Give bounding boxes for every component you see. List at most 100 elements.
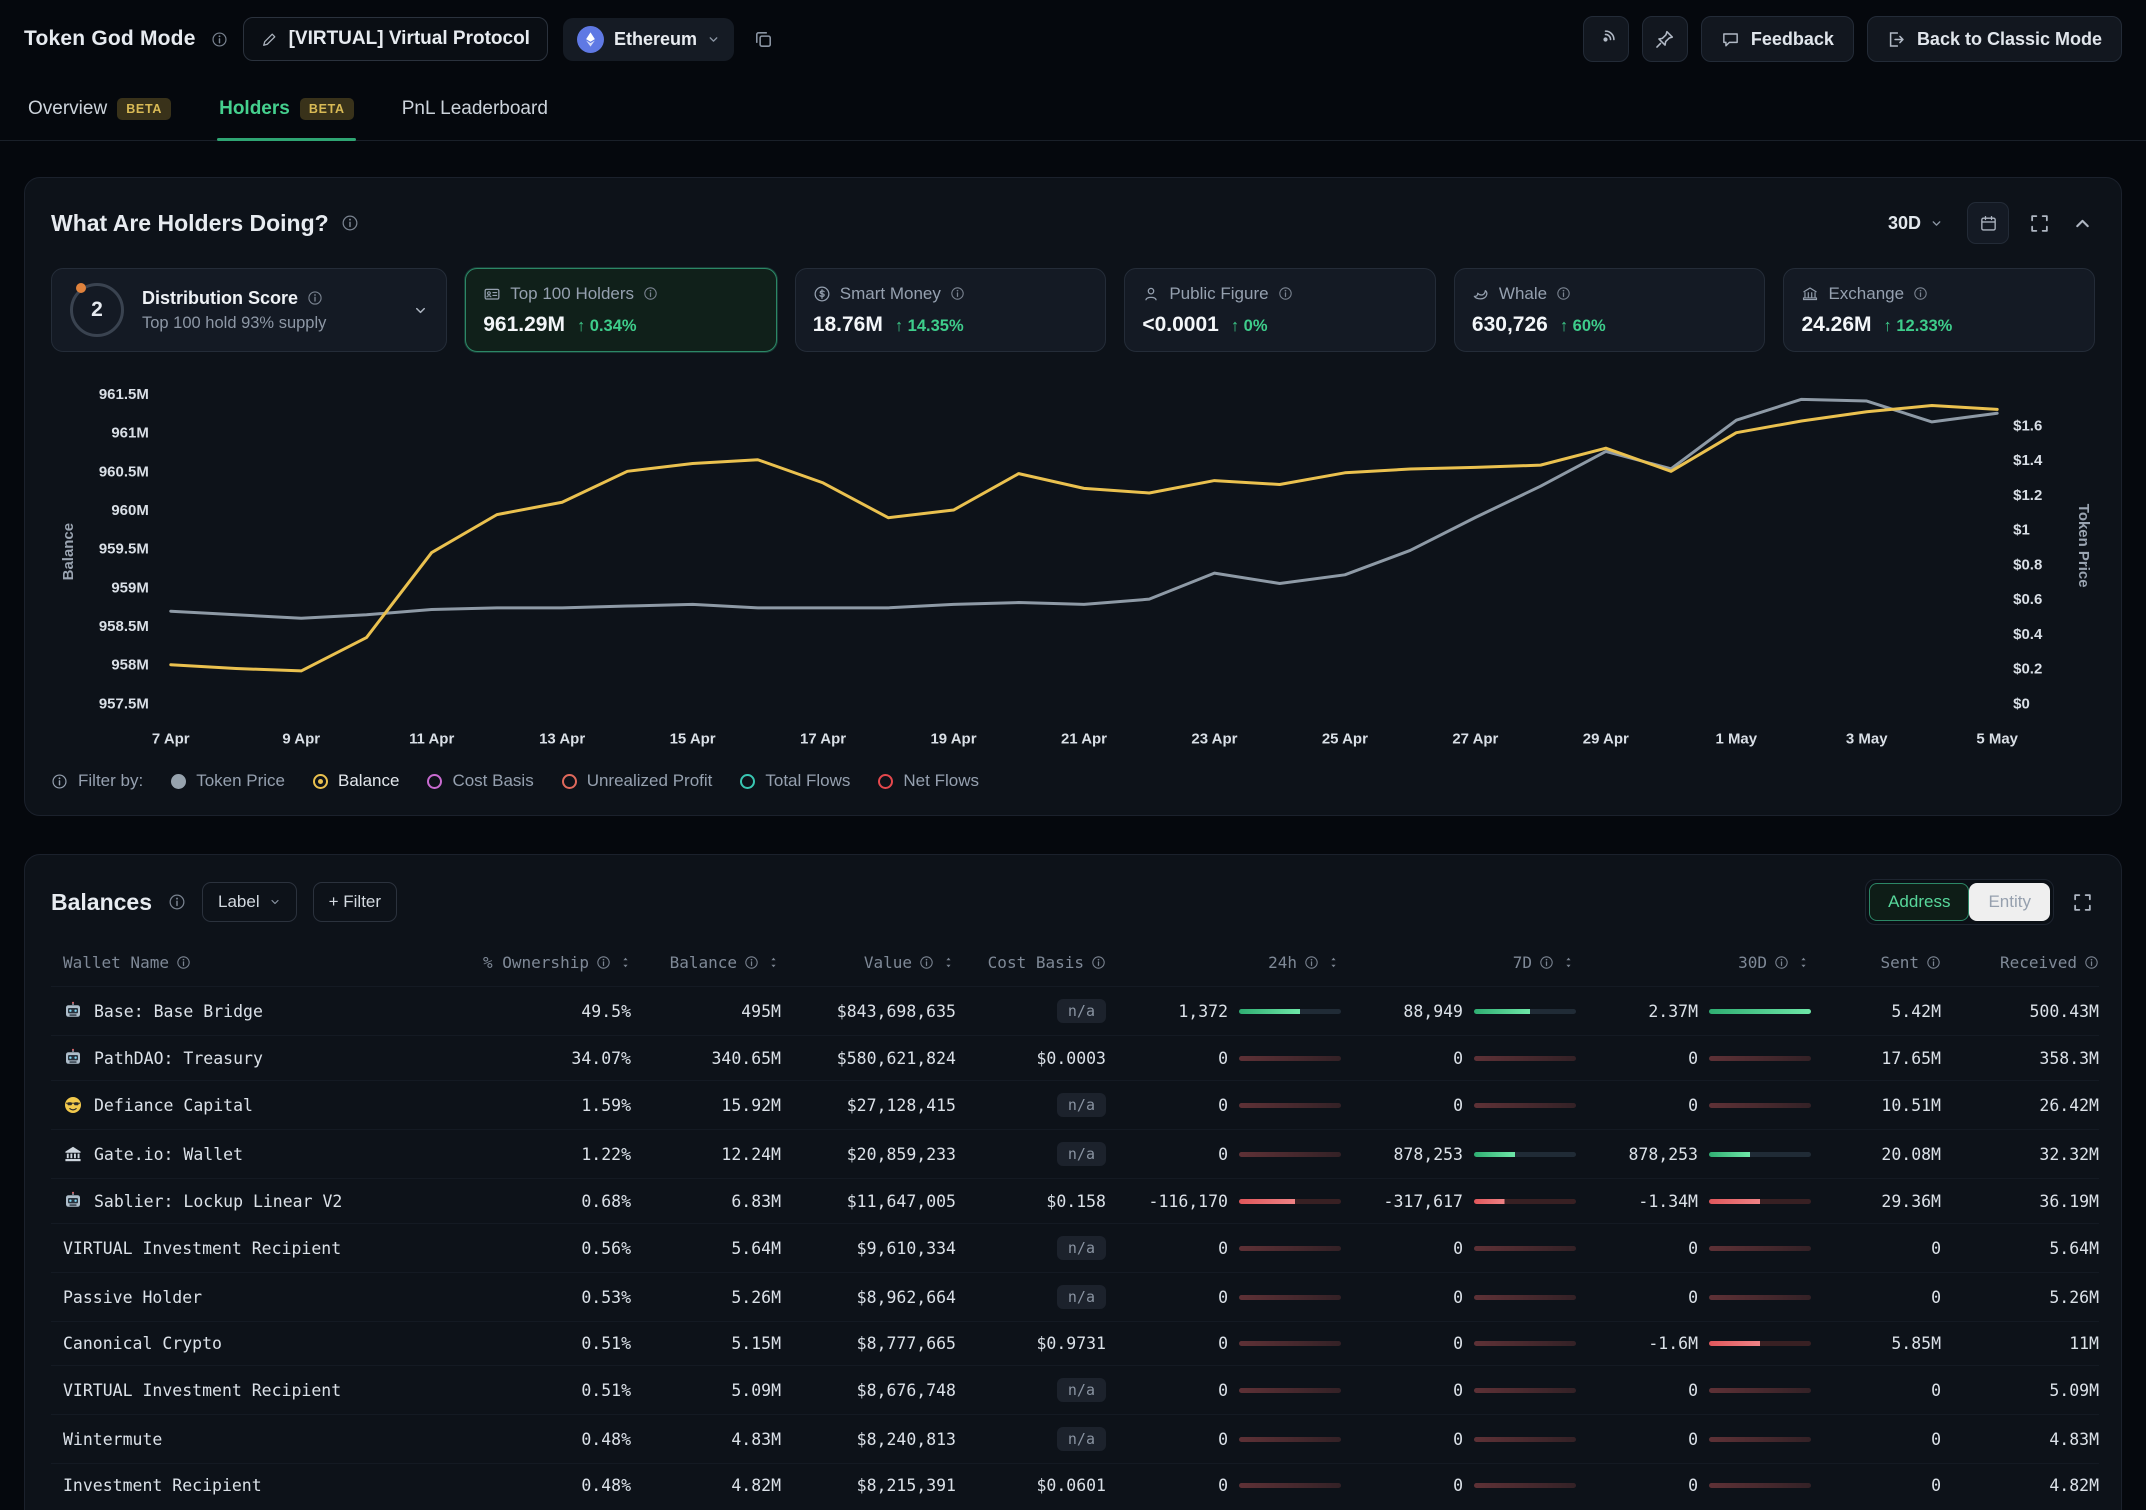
info-icon[interactable] xyxy=(211,31,228,48)
flow-30d-cell: 878,253 xyxy=(1576,1130,1811,1179)
column-balance[interactable]: Balance xyxy=(631,939,781,987)
table-row[interactable]: PathDAO: Treasury34.07%340.65M$580,621,8… xyxy=(51,1036,2099,1081)
info-icon[interactable] xyxy=(176,955,191,970)
info-icon[interactable] xyxy=(744,955,759,970)
page-title: Token God Mode xyxy=(24,27,196,51)
ethereum-icon xyxy=(577,26,604,53)
table-row[interactable]: Investment Recipient0.48%4.82M$8,215,391… xyxy=(51,1464,2099,1508)
stat-card-public-figure[interactable]: Public Figure<0.0001↑ 0% xyxy=(1124,268,1436,352)
tab-pnl-leaderboard[interactable]: PnL Leaderboard xyxy=(400,78,550,140)
flow-7d-cell: -317,617 xyxy=(1341,1179,1576,1224)
column-7d[interactable]: 7D xyxy=(1341,939,1576,987)
table-row[interactable]: Canonical Crypto0.51%5.15M$8,777,665$0.9… xyxy=(51,1322,2099,1366)
flow-value: 0 xyxy=(1688,1288,1698,1307)
column-received[interactable]: Received xyxy=(1941,939,2099,987)
column-label: Value xyxy=(864,953,912,972)
info-icon[interactable] xyxy=(1304,955,1319,970)
filter-unrealized-profit[interactable]: Unrealized Profit xyxy=(562,771,713,791)
info-icon[interactable] xyxy=(341,214,359,232)
svg-text:19 Apr: 19 Apr xyxy=(930,730,976,747)
chain-selector[interactable]: Ethereum xyxy=(563,18,734,61)
svg-text:17 Apr: 17 Apr xyxy=(800,730,846,747)
flow-24h-cell: 0 xyxy=(1106,1081,1341,1130)
filter-net-flows[interactable]: Net Flows xyxy=(878,771,979,791)
flow-value: 0 xyxy=(1688,1381,1698,1400)
bank-icon xyxy=(1801,285,1819,303)
info-icon[interactable] xyxy=(950,286,965,301)
svg-text:$0: $0 xyxy=(2013,695,2030,712)
value-cell: $843,698,635 xyxy=(781,987,956,1036)
flow-value: 0 xyxy=(1218,1049,1228,1068)
fullscreen-button[interactable] xyxy=(2070,890,2095,915)
column-cost-basis[interactable]: Cost Basis xyxy=(956,939,1106,987)
svg-text:$0.8: $0.8 xyxy=(2013,556,2042,573)
column-sent[interactable]: Sent xyxy=(1811,939,1941,987)
sent-cell: 0 xyxy=(1811,1415,1941,1464)
stat-card-top-100-holders[interactable]: Top 100 Holders961.29M↑ 0.34% xyxy=(465,268,777,352)
info-icon[interactable] xyxy=(1091,955,1106,970)
filter-token-price[interactable]: Token Price xyxy=(171,771,285,791)
table-row[interactable]: VIRTUAL Investment Recipient0.51%5.09M$8… xyxy=(51,1366,2099,1415)
table-row[interactable]: Wintermute0.48%4.83M$8,240,813n/a00004.8… xyxy=(51,1415,2099,1464)
fullscreen-button[interactable] xyxy=(2027,211,2052,236)
value-cell: $8,962,664 xyxy=(781,1273,956,1322)
tab-label: Overview xyxy=(28,98,107,120)
ownership-cell: 0.68% xyxy=(471,1179,631,1224)
column-24h[interactable]: 24h xyxy=(1106,939,1341,987)
pin-button[interactable] xyxy=(1642,16,1688,62)
toggle-entity[interactable]: Entity xyxy=(1969,883,2050,921)
info-icon[interactable] xyxy=(1539,955,1554,970)
radar-button[interactable] xyxy=(1583,16,1629,62)
table-row[interactable]: Base: Base Bridge49.5%495M$843,698,635n/… xyxy=(51,987,2099,1036)
toggle-address[interactable]: Address xyxy=(1869,883,1969,921)
stat-card-exchange[interactable]: Exchange24.26M↑ 12.33% xyxy=(1783,268,2095,352)
flow-value: 0 xyxy=(1218,1476,1228,1495)
table-row[interactable]: Sablier: Lockup Linear V20.68%6.83M$11,6… xyxy=(51,1179,2099,1224)
stat-card-smart-money[interactable]: Smart Money18.76M↑ 14.35% xyxy=(795,268,1107,352)
balance-cell: 5.09M xyxy=(631,1366,781,1415)
range-select[interactable]: 30D xyxy=(1882,212,1949,235)
na-badge: n/a xyxy=(1057,1236,1106,1260)
stat-card-whale[interactable]: Whale630,726↑ 60% xyxy=(1454,268,1766,352)
back-to-classic-button[interactable]: Back to Classic Mode xyxy=(1867,16,2122,62)
info-icon[interactable] xyxy=(1278,286,1293,301)
flow-value: 0 xyxy=(1688,1049,1698,1068)
info-icon[interactable] xyxy=(919,955,934,970)
calendar-button[interactable] xyxy=(1967,202,2009,244)
table-row[interactable]: VIRTUAL Investment Recipient0.56%5.64M$9… xyxy=(51,1224,2099,1273)
filter-total-flows[interactable]: Total Flows xyxy=(740,771,850,791)
info-icon[interactable] xyxy=(1913,286,1928,301)
flow-30d-cell: 0 xyxy=(1576,1273,1811,1322)
tab-overview[interactable]: OverviewBETA xyxy=(26,78,173,140)
info-icon[interactable] xyxy=(596,955,611,970)
flow-value: 0 xyxy=(1218,1430,1228,1449)
info-icon[interactable] xyxy=(1774,955,1789,970)
feedback-button[interactable]: Feedback xyxy=(1701,16,1854,62)
collapse-button[interactable] xyxy=(2070,211,2095,236)
info-icon[interactable] xyxy=(307,290,323,306)
column-30d[interactable]: 30D xyxy=(1576,939,1811,987)
column-wallet-name[interactable]: Wallet Name xyxy=(51,939,471,987)
info-icon[interactable] xyxy=(2084,955,2099,970)
svg-text:5 May: 5 May xyxy=(1976,730,2018,747)
token-selector[interactable]: [VIRTUAL] Virtual Protocol xyxy=(243,17,548,61)
label-dropdown[interactable]: Label xyxy=(202,882,297,922)
column-ownership[interactable]: % Ownership xyxy=(471,939,631,987)
info-icon[interactable] xyxy=(643,286,658,301)
table-row[interactable]: Passive Holder0.53%5.26M$8,962,664n/a000… xyxy=(51,1273,2099,1322)
copy-icon[interactable] xyxy=(749,25,778,54)
filter-cost-basis[interactable]: Cost Basis xyxy=(427,771,533,791)
table-row[interactable]: Defiance Capital1.59%15.92M$27,128,415n/… xyxy=(51,1081,2099,1130)
distribution-score-card[interactable]: 2 Distribution Score Top 100 hold 93% su… xyxy=(51,268,447,352)
info-icon[interactable] xyxy=(51,773,68,790)
column-value[interactable]: Value xyxy=(781,939,956,987)
info-icon[interactable] xyxy=(1926,955,1941,970)
add-filter-button[interactable]: + Filter xyxy=(313,882,397,922)
filter-balance[interactable]: Balance xyxy=(313,771,399,791)
balances-panel: Balances Label + Filter AddressEntity Wa… xyxy=(24,854,2122,1510)
tab-holders[interactable]: HoldersBETA xyxy=(217,78,356,140)
table-row[interactable]: Gate.io: Wallet1.22%12.24M$20,859,233n/a… xyxy=(51,1130,2099,1179)
info-icon[interactable] xyxy=(1556,286,1571,301)
info-icon[interactable] xyxy=(168,893,186,911)
flow-bar xyxy=(1239,1009,1341,1014)
